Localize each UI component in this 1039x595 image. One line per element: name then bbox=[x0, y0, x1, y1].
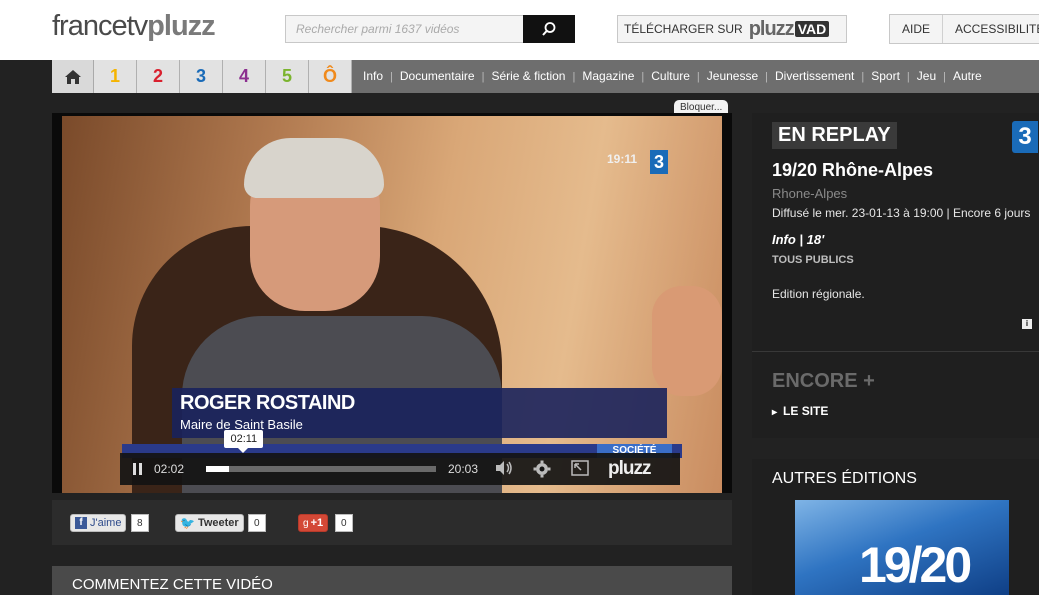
nav-magazine[interactable]: Magazine bbox=[575, 60, 641, 93]
gplus-count: 0 bbox=[335, 514, 353, 532]
search-input[interactable] bbox=[285, 15, 525, 43]
main-nav: 1 2 3 4 5 Ô Info | Documentaire | Série & … bbox=[52, 60, 1039, 93]
program-description: Edition régionale. bbox=[772, 287, 865, 301]
program-category-duration: Info | 18' bbox=[772, 232, 825, 247]
logo-text-francetv: francetv bbox=[52, 10, 148, 42]
channel-france2[interactable]: 2 bbox=[137, 60, 180, 93]
nav-culture[interactable]: Culture bbox=[644, 60, 697, 93]
encore-plus-heading: ENCORE + bbox=[772, 370, 875, 392]
tweet-button[interactable]: 🐦 Tweeter bbox=[175, 514, 244, 532]
nav-documentaire[interactable]: Documentaire bbox=[393, 60, 482, 93]
nav-jeu[interactable]: Jeu bbox=[910, 60, 943, 93]
nav-jeunesse[interactable]: Jeunesse bbox=[700, 60, 765, 93]
like-count: 8 bbox=[131, 514, 149, 532]
fullscreen-icon bbox=[571, 460, 589, 476]
channel-o-label: Ô bbox=[322, 66, 337, 86]
panel-divider bbox=[752, 351, 1039, 352]
accessibility-link[interactable]: ACCESSIBILITÉ bbox=[942, 15, 1039, 43]
progress-bar[interactable]: 02:11 bbox=[206, 430, 436, 472]
other-editions-panel: AUTRES ÉDITIONS 19/20 bbox=[752, 459, 1039, 595]
search-button[interactable] bbox=[523, 15, 575, 43]
volume-button[interactable] bbox=[494, 460, 514, 478]
edition-thumbnail[interactable]: 19/20 bbox=[795, 500, 1009, 595]
progress-fill bbox=[206, 466, 230, 472]
channel-france3[interactable]: 3 bbox=[180, 60, 223, 93]
current-time: 02:02 bbox=[154, 462, 185, 476]
nav-serie-fiction[interactable]: Série & fiction bbox=[484, 60, 572, 93]
video-player[interactable]: 19:11 3 ROGER ROSTAIND Maire de Saint Ba… bbox=[52, 113, 732, 493]
nav-autre[interactable]: Autre bbox=[946, 60, 989, 93]
vad-brand: pluzz bbox=[748, 17, 795, 40]
logo-text-pluzz: pluzz bbox=[147, 10, 215, 42]
video-scene-hand bbox=[652, 286, 722, 396]
pause-button[interactable] bbox=[130, 461, 146, 477]
replay-badge: EN REPLAY bbox=[772, 122, 897, 149]
site-link[interactable]: LE SITE bbox=[772, 404, 828, 418]
twitter-icon: 🐦 bbox=[180, 516, 195, 530]
nav-divertissement[interactable]: Divertissement bbox=[768, 60, 861, 93]
france3-watermark-icon: 3 bbox=[650, 150, 668, 174]
audience-rating: TOUS PUBLICS bbox=[772, 254, 854, 266]
channel-3-label: 3 bbox=[195, 66, 206, 86]
channel-4-label: 4 bbox=[238, 66, 249, 86]
channel-france2-1[interactable]: 1 bbox=[94, 60, 137, 93]
vad-download-button[interactable]: TÉLÉCHARGER SUR pluzz VAD bbox=[617, 15, 847, 43]
program-title: 19/20 Rhône-Alpes bbox=[772, 160, 934, 180]
top-header: francetvpluzz TÉLÉCHARGER SUR pluzz VAD … bbox=[0, 0, 1039, 60]
facebook-icon: f bbox=[75, 517, 87, 529]
site-logo[interactable]: francetvpluzz bbox=[52, 10, 216, 43]
comments-header: COMMENTEZ CETTE VIDÉO bbox=[52, 566, 732, 595]
channel-france5[interactable]: 5 bbox=[266, 60, 309, 93]
channel-france4[interactable]: 4 bbox=[223, 60, 266, 93]
fullscreen-button[interactable] bbox=[570, 460, 590, 478]
channel-2-label: 2 bbox=[152, 66, 163, 86]
broadcast-info: Diffusé le mer. 23-01-13 à 19:00 | Encor… bbox=[772, 206, 1031, 220]
social-bar: f J'aime 8 🐦 Tweeter 0 g +1 0 bbox=[52, 500, 732, 545]
thumbnail-text: 19/20 bbox=[859, 537, 972, 593]
gplus-label: +1 bbox=[310, 517, 324, 529]
like-label: J'aime bbox=[90, 517, 122, 529]
search-icon bbox=[542, 22, 556, 36]
google-plus-button[interactable]: g +1 bbox=[298, 514, 329, 532]
lower-third-name: ROGER ROSTAIND bbox=[180, 392, 355, 414]
channel-5-label: 5 bbox=[281, 66, 292, 86]
home-button[interactable] bbox=[52, 60, 94, 93]
nav-sport[interactable]: Sport bbox=[864, 60, 907, 93]
video-frame[interactable]: 19:11 3 ROGER ROSTAIND Maire de Saint Ba… bbox=[62, 116, 722, 493]
duration: 20:03 bbox=[448, 462, 479, 476]
top-links: AIDE ACCESSIBILITÉ bbox=[889, 14, 1039, 44]
channel-franceo[interactable]: Ô bbox=[309, 60, 352, 93]
tweet-count: 0 bbox=[248, 514, 266, 532]
search-box bbox=[285, 15, 575, 43]
nav-info[interactable]: Info bbox=[356, 60, 390, 93]
program-info-panel: EN REPLAY 3 19/20 Rhône-Alpes Rhone-Alpe… bbox=[752, 113, 1039, 438]
comments-title: COMMENTEZ CETTE VIDÉO bbox=[72, 576, 273, 593]
settings-button[interactable] bbox=[532, 460, 552, 478]
hover-time-tooltip: 02:11 bbox=[224, 430, 264, 453]
google-plus-icon: g bbox=[303, 517, 309, 529]
gear-icon bbox=[533, 460, 551, 478]
channel-1-label: 1 bbox=[109, 66, 120, 86]
video-scene-person-hair bbox=[244, 138, 384, 198]
program-region: Rhone-Alpes bbox=[772, 186, 848, 201]
home-icon bbox=[64, 69, 81, 84]
info-icon[interactable]: i bbox=[1022, 319, 1032, 329]
player-controls: 02:02 02:11 20:03 pluzz bbox=[120, 430, 680, 485]
player-brand: pluzz bbox=[608, 458, 651, 479]
nav-links: Info | Documentaire | Série & fiction | Mag… bbox=[352, 60, 989, 93]
volume-icon bbox=[496, 461, 512, 475]
on-screen-clock: 19:11 bbox=[607, 152, 638, 166]
facebook-like-button[interactable]: f J'aime bbox=[70, 514, 127, 532]
tweet-label: Tweeter bbox=[197, 517, 239, 529]
help-link[interactable]: AIDE bbox=[890, 15, 942, 43]
other-editions-title: AUTRES ÉDITIONS bbox=[772, 470, 917, 487]
vad-badge: VAD bbox=[794, 21, 830, 37]
france3-logo-icon: 3 bbox=[1012, 121, 1038, 153]
vad-prefix: TÉLÉCHARGER SUR bbox=[624, 22, 743, 36]
